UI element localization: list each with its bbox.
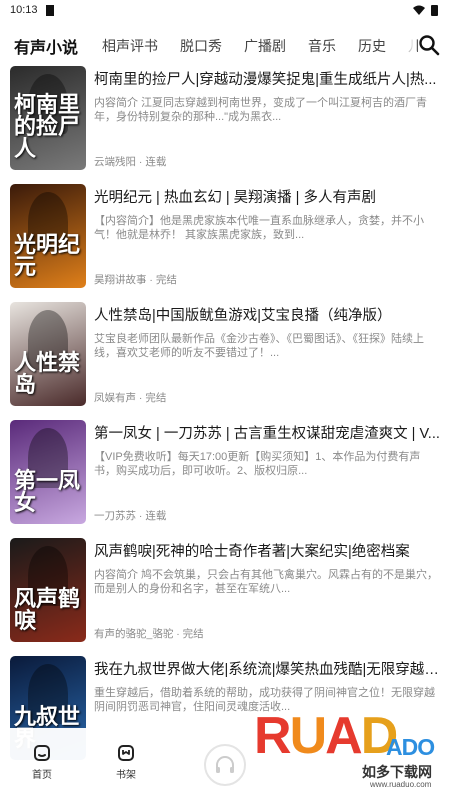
book-title[interactable]: 光明纪元 | 热血玄幻 | 昊翔演播 | 多人有声剧	[94, 188, 440, 208]
headphones-icon	[216, 756, 234, 773]
bookshelf-icon	[118, 745, 134, 761]
nav-home[interactable]: 首页	[0, 744, 84, 781]
cover-title-text: 第一凤女	[14, 468, 81, 516]
book-description: 【VIP免费收听】每天17:00更新【购买须知】1、本作品为付费有声书，购买成功…	[94, 451, 421, 477]
notification-icon	[45, 4, 54, 16]
home-icon	[34, 745, 50, 761]
book-meta: 昊翔讲故事 · 完结	[94, 274, 177, 286]
book-info: 我在九叔世界做大佬|系统流|爆笑热血残酷|无限穿越|... 重生穿越后，借助着系统…	[94, 660, 440, 714]
watermark-brand: RUAD	[254, 707, 398, 765]
book-info: 第一凤女 | 一刀苏苏 | 古言重生权谋甜宠虐渣爽文 | V... 【VIP免费收…	[94, 424, 440, 478]
tab-talk-show[interactable]: 脱口秀	[180, 36, 222, 56]
book-title[interactable]: 我在九叔世界做大佬|系统流|爆笑热血残酷|无限穿越|...	[94, 660, 440, 680]
book-item[interactable]: 柯南里的捡尸人 柯南里的捡尸人|穿越动漫爆笑捉鬼|重生成纸片人|热... 内容简介 …	[0, 62, 450, 180]
status-bar: 10:13	[0, 0, 450, 20]
book-description: 内容简介 鸠不会筑巢，只会占有其他飞禽巢穴。风霖占有的不是巢穴，而是别人的身份和…	[94, 569, 439, 595]
book-info: 光明纪元 | 热血玄幻 | 昊翔演播 | 多人有声剧【内容简介】他是黑虎家族本代…	[94, 188, 440, 242]
nav-bookshelf-label: 书架	[116, 770, 136, 781]
player-button[interactable]	[204, 744, 246, 786]
book-item[interactable]: 人性禁岛 人性禁岛|中国版鱿鱼游戏|艾宝良播（纯净版） 艾宝良老师团队最新作品《金沙…	[0, 298, 450, 416]
book-item[interactable]: 第一凤女 第一凤女 | 一刀苏苏 | 古言重生权谋甜宠虐渣爽文 | V... 【VI…	[0, 416, 450, 534]
tab-radio-drama[interactable]: 广播剧	[244, 36, 286, 56]
battery-icon	[431, 4, 438, 16]
cover-title-text: 风声鹤唳	[14, 586, 81, 634]
watermark-brand-small: ADO	[386, 734, 435, 760]
book-info: 柯南里的捡尸人|穿越动漫爆笑捉鬼|重生成纸片人|热... 内容简介 江夏同志穿越到…	[94, 70, 440, 124]
search-icon[interactable]	[418, 34, 440, 56]
book-description: 内容简介 江夏同志穿越到柯南世界，变成了一个叫江夏柯吉的酒厂青年，身份特别复杂的…	[94, 97, 428, 123]
cover-title-text: 柯南里的捡尸人	[14, 92, 81, 162]
tab-audio-novel[interactable]: 有声小说	[14, 34, 78, 58]
book-description: 艾宝良老师团队最新作品《金沙古卷》、《巴蜀图话》、《狂探》陆续上线，喜欢艾老师的…	[94, 333, 424, 359]
tab-music[interactable]: 音乐	[308, 36, 336, 56]
nav-home-label: 首页	[32, 770, 52, 781]
status-time: 10:13	[10, 4, 38, 16]
book-meta: 一刀苏苏 · 连载	[94, 510, 167, 522]
book-cover[interactable]: 光明纪元	[10, 184, 86, 288]
book-item[interactable]: 风声鹤唳 风声鹤唳|死神的哈士奇作者著|大案纪实|绝密档案 内容简介 鸠不会筑巢，只…	[0, 534, 450, 652]
watermark-url: www.ruaduo.com	[370, 780, 432, 789]
book-description: 【内容简介】他是黑虎家族本代唯一直系血脉继承人，贪婪，并不小气！他就是林乔！ 其…	[94, 215, 424, 241]
cover-title-text: 人性禁岛	[14, 350, 81, 398]
status-left: 10:13	[10, 4, 54, 16]
status-right	[413, 4, 438, 16]
book-title[interactable]: 风声鹤唳|死神的哈士奇作者著|大案纪实|绝密档案	[94, 542, 440, 562]
book-title[interactable]: 柯南里的捡尸人|穿越动漫爆笑捉鬼|重生成纸片人|热...	[94, 70, 440, 90]
nav-bookshelf[interactable]: 书架	[84, 744, 168, 781]
book-meta: 云端残阳 · 连载	[94, 156, 167, 168]
book-cover[interactable]: 人性禁岛	[10, 302, 86, 406]
book-list: 柯南里的捡尸人 柯南里的捡尸人|穿越动漫爆笑捉鬼|重生成纸片人|热... 内容简介 …	[0, 62, 450, 770]
watermark-logo: RUAD ADO 如多下载网 www.ruaduo.com	[254, 708, 444, 796]
book-meta: 有声的骆驼_骆驼 · 完结	[94, 628, 204, 640]
book-cover[interactable]: 风声鹤唳	[10, 538, 86, 642]
book-info: 风声鹤唳|死神的哈士奇作者著|大案纪实|绝密档案内容简介 鸠不会筑巢，只会占有其…	[94, 542, 440, 596]
book-title[interactable]: 第一凤女 | 一刀苏苏 | 古言重生权谋甜宠虐渣爽文 | V...	[94, 424, 440, 444]
tab-crosstalk[interactable]: 相声评书	[102, 36, 158, 56]
book-cover[interactable]: 第一凤女	[10, 420, 86, 524]
book-info: 人性禁岛|中国版鱿鱼游戏|艾宝良播（纯净版） 艾宝良老师团队最新作品《金沙古卷》、…	[94, 306, 440, 360]
tab-history[interactable]: 历史	[358, 36, 386, 56]
wifi-icon	[413, 5, 425, 15]
book-item[interactable]: 光明纪元 光明纪元 | 热血玄幻 | 昊翔演播 | 多人有声剧 【内容简介】他是黑虎…	[0, 180, 450, 298]
book-cover[interactable]: 柯南里的捡尸人	[10, 66, 86, 170]
watermark-site-name: 如多下载网	[362, 764, 432, 780]
book-meta: 凤娱有声 · 完结	[94, 392, 167, 404]
cover-title-text: 光明纪元	[14, 232, 81, 280]
book-title[interactable]: 人性禁岛|中国版鱿鱼游戏|艾宝良播（纯净版）	[94, 306, 440, 326]
